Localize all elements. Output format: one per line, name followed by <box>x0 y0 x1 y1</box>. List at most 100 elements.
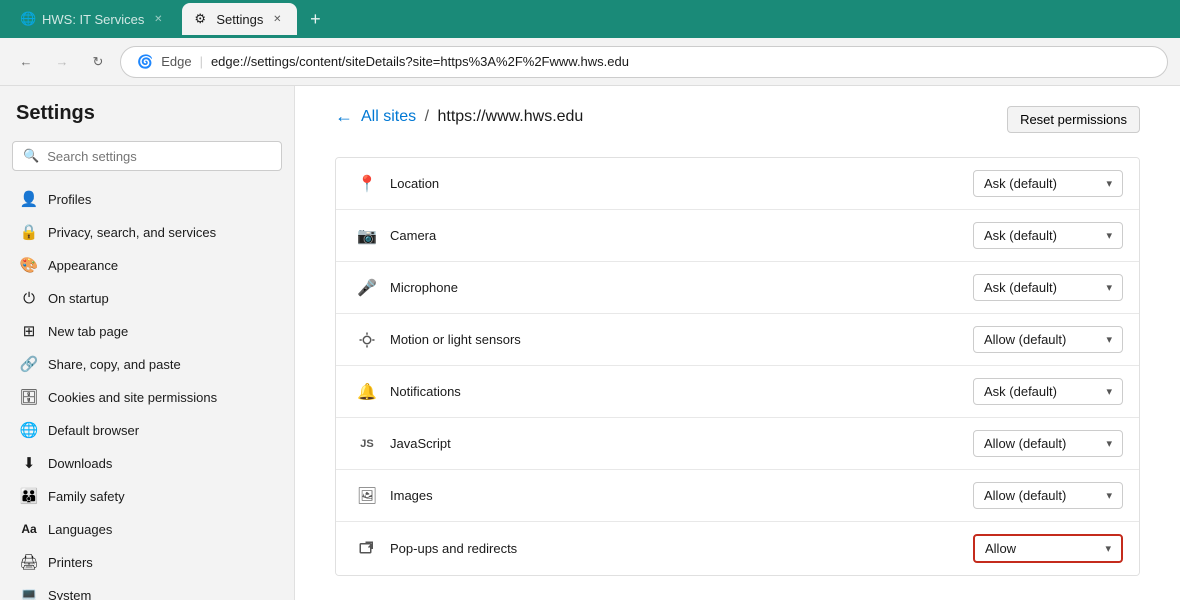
sidebar-item-printers[interactable]: 🖨 Printers <box>4 546 290 578</box>
content-header: Reset permissions ← All sites / https://… <box>335 106 1140 147</box>
tab-settings-label: Settings <box>216 12 263 27</box>
permission-value-motion: Allow (default) <box>984 332 1066 347</box>
sidebar-item-languages[interactable]: Aa Languages <box>4 513 290 545</box>
permission-label-notifications: Notifications <box>382 384 973 399</box>
chevron-down-icon: ▾ <box>1106 177 1112 190</box>
new-tab-button[interactable]: + <box>301 5 329 33</box>
tab-settings-close[interactable]: ✕ <box>269 11 285 27</box>
permission-value-microphone: Ask (default) <box>984 280 1057 295</box>
sidebar-item-privacy-label: Privacy, search, and services <box>48 225 216 240</box>
sidebar-item-downloads-label: Downloads <box>48 456 112 471</box>
sidebar-item-appearance-label: Appearance <box>48 258 118 273</box>
chevron-down-icon: ▾ <box>1106 437 1112 450</box>
permission-select-motion[interactable]: Allow (default) ▾ <box>973 326 1123 353</box>
sidebar-item-share[interactable]: 🔗 Share, copy, and paste <box>4 348 290 380</box>
microphone-icon: 🎤 <box>352 278 382 298</box>
javascript-icon: JS <box>352 438 382 450</box>
share-icon: 🔗 <box>20 355 38 373</box>
sidebar-item-downloads[interactable]: ⬇ Downloads <box>4 447 290 479</box>
sidebar-item-browser-label: Default browser <box>48 423 139 438</box>
all-sites-link[interactable]: All sites <box>361 108 416 125</box>
permission-select-javascript[interactable]: Allow (default) ▾ <box>973 430 1123 457</box>
sidebar-item-startup[interactable]: ⏻ On startup <box>4 282 290 314</box>
forward-button[interactable]: → <box>48 48 76 76</box>
chevron-down-icon: ▾ <box>1106 333 1112 346</box>
sidebar-item-system-label: System <box>48 588 91 600</box>
startup-icon: ⏻ <box>20 289 38 307</box>
tab-hws[interactable]: 🌐 HWS: IT Services ✕ <box>8 3 178 35</box>
permission-value-location: Ask (default) <box>984 176 1057 191</box>
search-box[interactable]: 🔍 <box>12 141 282 171</box>
sidebar-title: Settings <box>0 102 294 141</box>
sidebar-item-languages-label: Languages <box>48 522 112 537</box>
permission-select-microphone[interactable]: Ask (default) ▾ <box>973 274 1123 301</box>
chevron-down-icon: ▾ <box>1106 385 1112 398</box>
profiles-icon: 👤 <box>20 190 38 208</box>
permission-row-motion: Motion or light sensors Allow (default) … <box>336 314 1139 366</box>
sidebar-item-system[interactable]: 💻 System <box>4 579 290 600</box>
default-browser-icon: 🌐 <box>20 421 38 439</box>
privacy-icon: 🔒 <box>20 223 38 241</box>
chevron-down-icon: ▾ <box>1105 542 1111 555</box>
languages-icon: Aa <box>20 520 38 538</box>
system-icon: 💻 <box>20 586 38 600</box>
notifications-icon: 🔔 <box>352 382 382 402</box>
sidebar-item-startup-label: On startup <box>48 291 109 306</box>
permission-row-popups: Pop-ups and redirects Allow ▾ <box>336 522 1139 575</box>
sidebar-item-family[interactable]: 👪 Family safety <box>4 480 290 512</box>
sidebar-item-privacy[interactable]: 🔒 Privacy, search, and services <box>4 216 290 248</box>
chevron-down-icon: ▾ <box>1106 281 1112 294</box>
permission-select-images[interactable]: Allow (default) ▾ <box>973 482 1123 509</box>
tab-hws-close[interactable]: ✕ <box>150 11 166 27</box>
chevron-down-icon: ▾ <box>1106 229 1112 242</box>
permission-label-popups: Pop-ups and redirects <box>382 541 973 556</box>
permission-value-images: Allow (default) <box>984 488 1066 503</box>
sidebar-item-profiles-label: Profiles <box>48 192 91 207</box>
tab-settings[interactable]: ⚙ Settings ✕ <box>182 3 297 35</box>
search-icon: 🔍 <box>23 148 39 164</box>
edge-label: Edge <box>161 54 191 69</box>
sidebar-item-cookies-label: Cookies and site permissions <box>48 390 217 405</box>
downloads-icon: ⬇ <box>20 454 38 472</box>
search-input[interactable] <box>47 149 271 164</box>
permission-row-microphone: 🎤 Microphone Ask (default) ▾ <box>336 262 1139 314</box>
breadcrumb: ← All sites / https://www.hws.edu <box>335 106 1007 127</box>
sidebar-item-newtab[interactable]: ⊞ New tab page <box>4 315 290 347</box>
sidebar-item-cookies[interactable]: 🗄 Cookies and site permissions <box>4 381 290 413</box>
location-icon: 📍 <box>352 174 382 194</box>
permission-select-notifications[interactable]: Ask (default) ▾ <box>973 378 1123 405</box>
settings-favicon: ⚙ <box>194 11 210 27</box>
permission-select-camera[interactable]: Ask (default) ▾ <box>973 222 1123 249</box>
address-text: edge://settings/content/siteDetails?site… <box>211 54 629 69</box>
permission-row-notifications: 🔔 Notifications Ask (default) ▾ <box>336 366 1139 418</box>
address-input-container[interactable]: 🌀 Edge | edge://settings/content/siteDet… <box>120 46 1168 78</box>
permission-value-notifications: Ask (default) <box>984 384 1057 399</box>
permission-row-camera: 📷 Camera Ask (default) ▾ <box>336 210 1139 262</box>
permission-value-javascript: Allow (default) <box>984 436 1066 451</box>
hws-favicon: 🌐 <box>20 11 36 27</box>
reload-button[interactable]: ↻ <box>84 48 112 76</box>
back-to-all-sites-button[interactable]: ← <box>335 106 353 127</box>
sidebar-item-browser[interactable]: 🌐 Default browser <box>4 414 290 446</box>
address-separator: | <box>200 54 203 69</box>
chevron-down-icon: ▾ <box>1106 489 1112 502</box>
permission-select-location[interactable]: Ask (default) ▾ <box>973 170 1123 197</box>
breadcrumb-text: All sites / https://www.hws.edu <box>361 108 583 126</box>
sidebar: Settings 🔍 👤 Profiles 🔒 Privacy, search,… <box>0 86 295 600</box>
content-area: Reset permissions ← All sites / https://… <box>295 86 1180 600</box>
permission-label-microphone: Microphone <box>382 280 973 295</box>
permission-select-popups[interactable]: Allow ▾ <box>973 534 1123 563</box>
sidebar-item-newtab-label: New tab page <box>48 324 128 339</box>
permissions-table: 📍 Location Ask (default) ▾ 📷 Camera Ask … <box>335 157 1140 576</box>
permission-row-javascript: JS JavaScript Allow (default) ▾ <box>336 418 1139 470</box>
permission-value-camera: Ask (default) <box>984 228 1057 243</box>
cookies-icon: 🗄 <box>20 388 38 406</box>
permission-label-camera: Camera <box>382 228 973 243</box>
sidebar-item-appearance[interactable]: 🎨 Appearance <box>4 249 290 281</box>
reset-permissions-button[interactable]: Reset permissions <box>1007 106 1140 133</box>
back-button[interactable]: ← <box>12 48 40 76</box>
sidebar-item-profiles[interactable]: 👤 Profiles <box>4 183 290 215</box>
camera-icon: 📷 <box>352 226 382 246</box>
appearance-icon: 🎨 <box>20 256 38 274</box>
address-bar: ← → ↻ 🌀 Edge | edge://settings/content/s… <box>0 38 1180 86</box>
